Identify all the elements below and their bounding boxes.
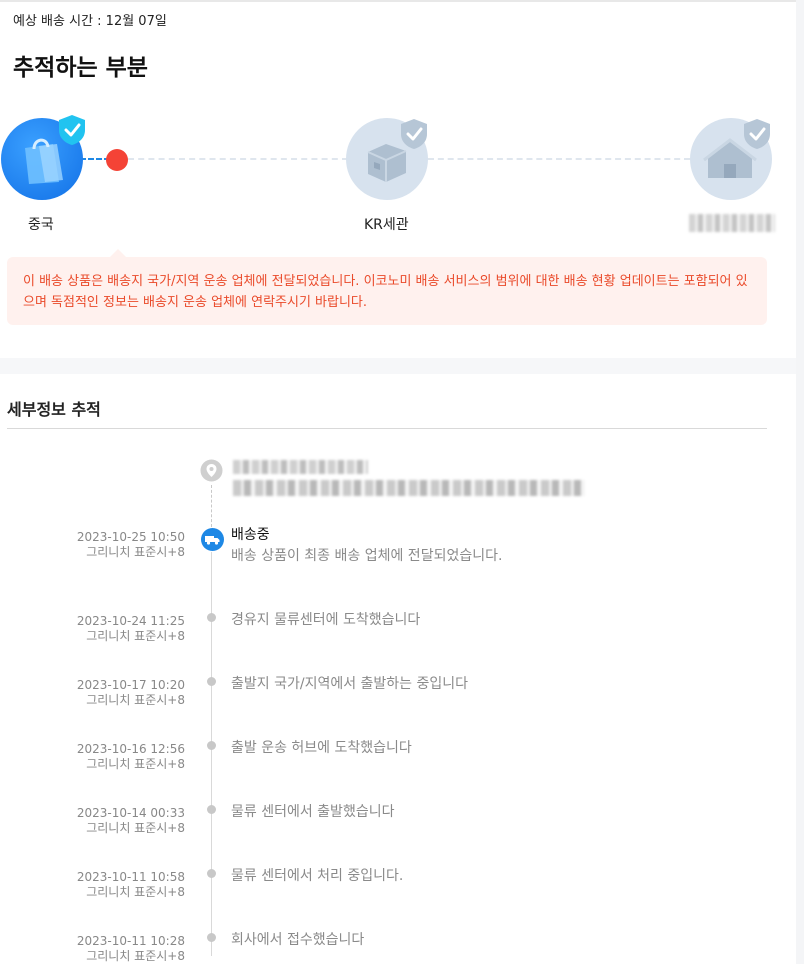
verified-shield-icon [59,115,85,145]
step-label-origin: 중국 [28,217,54,233]
timeline-dot [207,805,216,814]
details-divider [7,428,767,429]
current-position-dot [106,149,128,171]
current-status-description: 배송 상품이 최종 배송 업체에 전달되었습니다. [231,548,503,564]
event-date: 2023-10-14 00:33 [76,806,185,820]
event-time: 2023-10-24 11:25 그리니치 표준시+8 [0,614,185,644]
timeline-dot [207,613,216,622]
event-timezone: 그리니치 표준시+8 [86,757,185,771]
event-time: 2023-10-16 12:56 그리니치 표준시+8 [0,742,185,772]
event-description: 출발지 국가/지역에서 출발하는 중입니다 [231,676,469,692]
verified-shield-icon [744,119,770,149]
event-date: 2023-10-11 10:58 [76,870,185,884]
scrollbar-track[interactable] [796,0,804,964]
timeline-dot [207,933,216,942]
truck-icon [201,528,224,551]
current-status: 배송중 [231,527,270,543]
estimated-delivery-text: 예상 배송 시간 : 12월 07일 [13,14,167,29]
event-description: 물류 센터에서 처리 중입니다. [231,868,404,884]
event-date: 2023-10-24 11:25 [76,614,185,628]
page-title: 추적하는 부분 [13,55,148,81]
event-timezone: 그리니치 표준시+8 [86,885,185,899]
event-description: 회사에서 접수했습니다 [231,932,365,948]
event-date: 2023-10-25 10:50 [76,530,185,544]
event-timezone: 그리니치 표준시+8 [86,821,185,835]
event-date: 2023-10-11 10:28 [76,934,185,948]
section-divider [0,358,796,374]
progress-line [128,158,348,160]
details-title: 세부정보 추적 [7,400,101,419]
event-description: 출발 운송 허브에 도착했습니다 [231,740,412,756]
event-time: 2023-10-25 10:50 그리니치 표준시+8 [0,530,185,560]
recipient-address-redacted [233,480,585,496]
notice-pointer [110,249,126,257]
recipient-name-redacted [233,460,368,474]
event-timezone: 그리니치 표준시+8 [86,629,185,643]
event-time: 2023-10-11 10:58 그리니치 표준시+8 [0,870,185,900]
timeline-connector [211,485,212,527]
event-time: 2023-10-11 10:28 그리니치 표준시+8 [0,934,185,964]
carrier-notice: 이 배송 상품은 배송지 국가/지역 운송 업체에 전달되었습니다. 이코노미 … [7,257,767,325]
progress-line [428,158,690,160]
location-pin-icon [200,459,223,482]
event-timezone: 그리니치 표준시+8 [86,949,185,963]
step-label-customs: KR세관 [364,217,409,233]
event-time: 2023-10-14 00:33 그리니치 표준시+8 [0,806,185,836]
top-border [0,0,804,2]
timeline-dot [207,677,216,686]
event-timezone: 그리니치 표준시+8 [86,693,185,707]
verified-shield-icon [401,119,427,149]
step-label-destination-redacted [689,214,775,232]
event-description: 물류 센터에서 출발했습니다 [231,804,395,820]
event-date: 2023-10-16 12:56 [76,742,185,756]
timeline-dot [207,869,216,878]
timeline-dot [207,741,216,750]
event-date: 2023-10-17 10:20 [76,678,185,692]
event-timezone: 그리니치 표준시+8 [86,545,185,559]
event-time: 2023-10-17 10:20 그리니치 표준시+8 [0,678,185,708]
event-description: 경유지 물류센터에 도착했습니다 [231,612,421,628]
